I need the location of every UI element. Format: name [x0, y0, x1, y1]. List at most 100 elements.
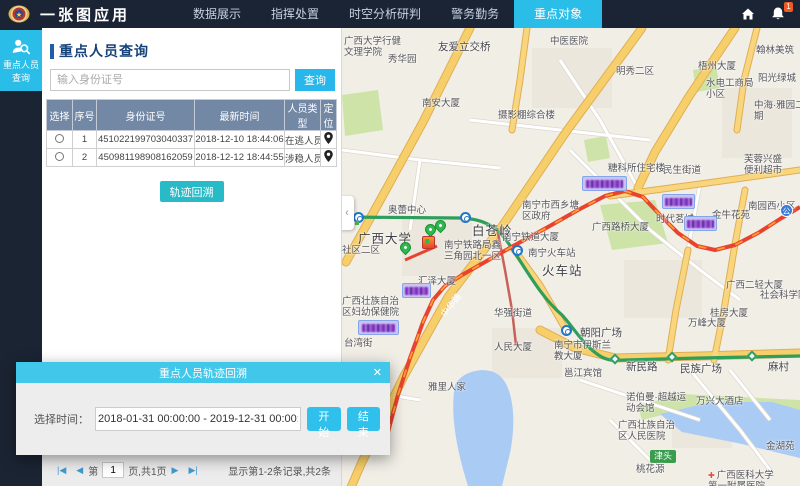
- query-button[interactable]: 查询: [295, 69, 335, 91]
- map-label: 广西路桥大厦: [592, 222, 649, 233]
- close-icon[interactable]: ✕: [373, 366, 382, 379]
- metro-station-icon: [460, 212, 471, 223]
- last-page-button[interactable]: ▶|: [188, 465, 197, 476]
- person-search-icon: [10, 36, 32, 58]
- locate-pin-icon[interactable]: [324, 132, 333, 144]
- map-label: 友爱立交桥: [438, 42, 491, 53]
- masked-person-label[interactable]: [684, 216, 717, 231]
- col-index: 序号: [73, 100, 97, 131]
- row-latest-time: 2018-12-12 18:44:55: [195, 149, 285, 167]
- row-index: 1: [73, 131, 97, 149]
- col-latest-time: 最新时间: [195, 100, 285, 131]
- start-button[interactable]: 开始: [307, 407, 340, 431]
- panel-collapse-button[interactable]: ‹: [342, 196, 354, 230]
- map-label: 水电工商局小区: [706, 78, 758, 100]
- map-label: 奥蕾中心: [388, 205, 426, 216]
- map-label: 广西医科大学第一附属医院: [708, 470, 778, 486]
- prev-page-button[interactable]: ◀: [76, 465, 83, 476]
- first-page-button[interactable]: |◀: [57, 465, 66, 476]
- map-label: 中海·雅园二期: [754, 100, 800, 122]
- row-id-number: 451022199703040337: [97, 131, 195, 149]
- metro-station-icon: [512, 245, 523, 256]
- metro-station-icon: [561, 325, 572, 336]
- trace-playback-button[interactable]: 轨迹回溯: [160, 181, 224, 202]
- page-prefix-label: 第: [88, 463, 98, 478]
- map-label: 诺伯曼·超越运动会馆: [626, 392, 692, 414]
- masked-person-label[interactable]: [358, 320, 399, 335]
- map-label: 社会科学院: [760, 290, 800, 301]
- topbar: ★ 一张图应用 数据展示指挥处置时空分析研判警务勤务重点对象 1: [0, 0, 800, 28]
- row-locate-cell: [321, 149, 337, 167]
- table-header-row: 选择 序号 身份证号 最新时间 人员类型 定位: [47, 100, 337, 131]
- time-select-label: 选择时间：: [34, 411, 89, 427]
- pagination-bar: |◀ ◀ 第 页,共1页 ▶ ▶| 显示第1-2条记录,共2条: [42, 453, 341, 486]
- nav-item[interactable]: 重点对象: [514, 0, 602, 28]
- map-label: 朝阳广场: [580, 328, 622, 339]
- col-locate: 定位: [321, 100, 337, 131]
- police-emblem-logo: ★: [8, 3, 30, 25]
- topbar-icons: 1: [740, 6, 786, 22]
- modal-title: 重点人员轨迹回溯: [16, 365, 390, 381]
- trace-button-row: 轨迹回溯: [42, 181, 341, 202]
- end-button[interactable]: 结束: [347, 407, 380, 431]
- trace-playback-modal: 重点人员轨迹回溯 ✕ 选择时间： 开始 结束: [16, 362, 390, 455]
- map-label: 摄影棚综合楼: [498, 110, 555, 121]
- title-accent-bar: [50, 44, 54, 59]
- map-label: 华强街道: [494, 308, 532, 319]
- home-icon[interactable]: [740, 6, 756, 22]
- row-select-radio[interactable]: [55, 134, 64, 143]
- row-latest-time: 2018-12-10 18:44:06: [195, 131, 285, 149]
- app-title: 一张图应用: [40, 4, 130, 25]
- id-number-input[interactable]: [50, 69, 290, 91]
- locate-pin-icon[interactable]: [324, 150, 333, 162]
- masked-person-label[interactable]: [582, 176, 627, 191]
- map-label: 公: [780, 204, 793, 217]
- map-label: 桂房大厦: [710, 308, 748, 319]
- map-label: 火车站: [542, 266, 583, 277]
- nav-item[interactable]: 时空分析研判: [334, 0, 436, 28]
- map-label: 台湾街: [344, 338, 373, 349]
- modal-body: 选择时间： 开始 结束: [16, 383, 390, 455]
- row-person-type: 涉稳人员: [285, 149, 321, 167]
- row-select-radio[interactable]: [55, 152, 64, 161]
- page-suffix-label: 页,共1页: [128, 463, 166, 478]
- map-label: 明秀二区: [616, 66, 654, 77]
- map-label: 中医医院: [550, 36, 588, 47]
- panel-title-text: 重点人员查询: [59, 41, 149, 61]
- map-label: 万峰大厦: [688, 318, 726, 329]
- table-row: 2 450981198908162059 2018-12-12 18:44:55…: [47, 149, 337, 167]
- row-person-type: 在逃人员: [285, 131, 321, 149]
- person-table: 选择 序号 身份证号 最新时间 人员类型 定位 1 45102219970304…: [46, 99, 337, 167]
- masked-person-label[interactable]: [662, 194, 695, 209]
- col-person-type: 人员类型: [285, 100, 321, 131]
- map-canvas[interactable]: 广西大学行健文理学院秀华园友爱立交桥中医医院明秀二区梧州大厦翰林美筑水电工商局小…: [342, 28, 800, 486]
- map-label: 白苍岭: [472, 226, 513, 237]
- col-id-number: 身份证号: [97, 100, 195, 131]
- page-number-input[interactable]: [102, 462, 124, 478]
- table-row: 1 451022199703040337 2018-12-10 18:44:06…: [47, 131, 337, 149]
- highlight-poi-marker[interactable]: [422, 236, 435, 249]
- map-label: 社区二区: [342, 245, 380, 256]
- poi-dot-icon: [355, 221, 359, 225]
- notifications-bell-icon[interactable]: 1: [770, 6, 786, 22]
- map-label: 民生街道: [663, 165, 701, 176]
- notification-badge: 1: [784, 2, 793, 12]
- row-index: 2: [73, 149, 97, 167]
- map-label: 南宁火车站: [528, 248, 576, 259]
- pagination-summary: 显示第1-2条记录,共2条: [228, 463, 331, 478]
- sidebar-item-key-person-query[interactable]: 重点人员 查询: [0, 30, 42, 91]
- map-label: 广西壮族自治区妇幼保健院: [342, 296, 402, 318]
- map-label: 民族广场: [680, 364, 722, 375]
- next-page-button[interactable]: ▶: [172, 465, 179, 476]
- nav-item[interactable]: 指挥处置: [256, 0, 334, 28]
- map-label: 金湖苑: [766, 441, 795, 452]
- modal-header[interactable]: 重点人员轨迹回溯 ✕: [16, 362, 390, 383]
- masked-person-label[interactable]: [402, 283, 431, 298]
- nav-item[interactable]: 警务勤务: [436, 0, 514, 28]
- row-id-number: 450981198908162059: [97, 149, 195, 167]
- map-label: 津头: [650, 450, 676, 463]
- nav-item[interactable]: 数据展示: [178, 0, 256, 28]
- map-label: 万兴大酒店: [696, 396, 744, 407]
- time-range-input[interactable]: [95, 407, 301, 431]
- map-label: 雅里人家: [428, 382, 466, 393]
